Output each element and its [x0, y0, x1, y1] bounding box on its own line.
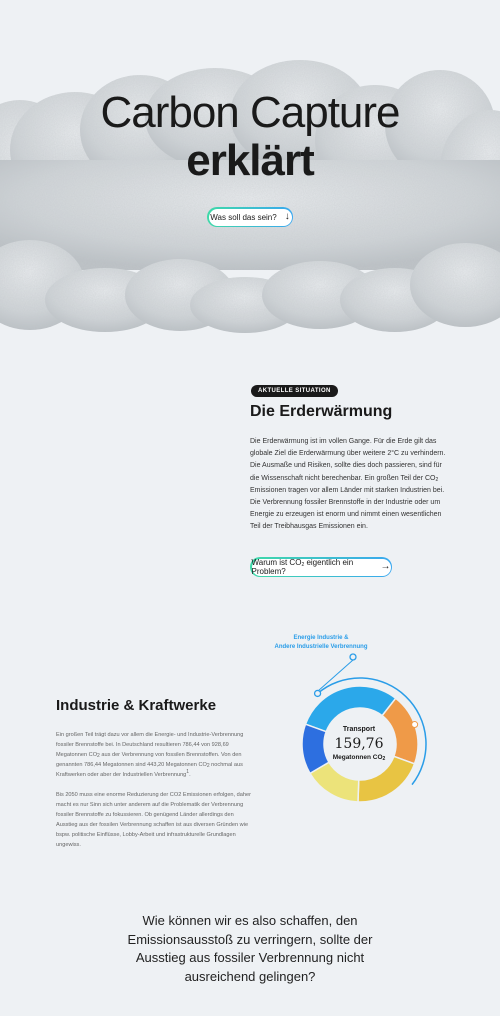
industry-text: Ein großen Teil trägt dazu vor allem die… — [56, 730, 256, 860]
arrow-right-icon: → — [380, 561, 391, 572]
center-value: 159,76 — [334, 736, 384, 752]
callout-leader-line — [318, 659, 354, 691]
closing-question: Wie können wir es also schaffen, den Emi… — [127, 913, 373, 984]
hero-title-line2: erklärt — [186, 136, 315, 185]
section-title-global-warming: Die Erderwärmung — [250, 403, 393, 420]
emissions-donut-chart[interactable] — [280, 630, 440, 810]
what-is-it-button-label: Was soll das sein? — [210, 212, 277, 222]
callout-dot — [313, 689, 322, 698]
arrow-down-icon: ↓ — [284, 211, 290, 222]
co2-problem-button[interactable]: Warum ist CO2 eigentlich ein Problem? → — [250, 557, 392, 577]
section-title-industry: Industrie & Kraftwerke — [56, 697, 217, 714]
segment-handle — [411, 721, 419, 729]
hero-section: Carbon Capture erklärt Was soll das sein… — [0, 0, 500, 345]
chart-center-label: Transport 159,76 Megatonnen CO2 — [320, 726, 398, 762]
center-unit: Megatonnen CO2 — [332, 754, 386, 762]
center-category: Transport — [342, 726, 376, 733]
hero-title-line1: Carbon Capture — [100, 88, 400, 137]
what-is-it-button[interactable]: Was soll das sein? ↓ — [207, 207, 293, 227]
co2-problem-button-label: Warum ist CO2 eigentlich ein Problem? — [251, 558, 354, 576]
donut-segment[interactable] — [357, 755, 416, 803]
section-badge: AKTUELLE SITUATION — [251, 385, 338, 397]
global-warming-text: Die Erderwärmung ist im vollen Gange. Fü… — [250, 438, 446, 531]
callout-dot — [349, 653, 357, 661]
industry-paragraph-1: Ein großen Teil trägt dazu vor allem die… — [56, 732, 244, 778]
industry-paragraph-2: Bis 2050 muss eine enorme Reduzierung de… — [56, 792, 251, 848]
